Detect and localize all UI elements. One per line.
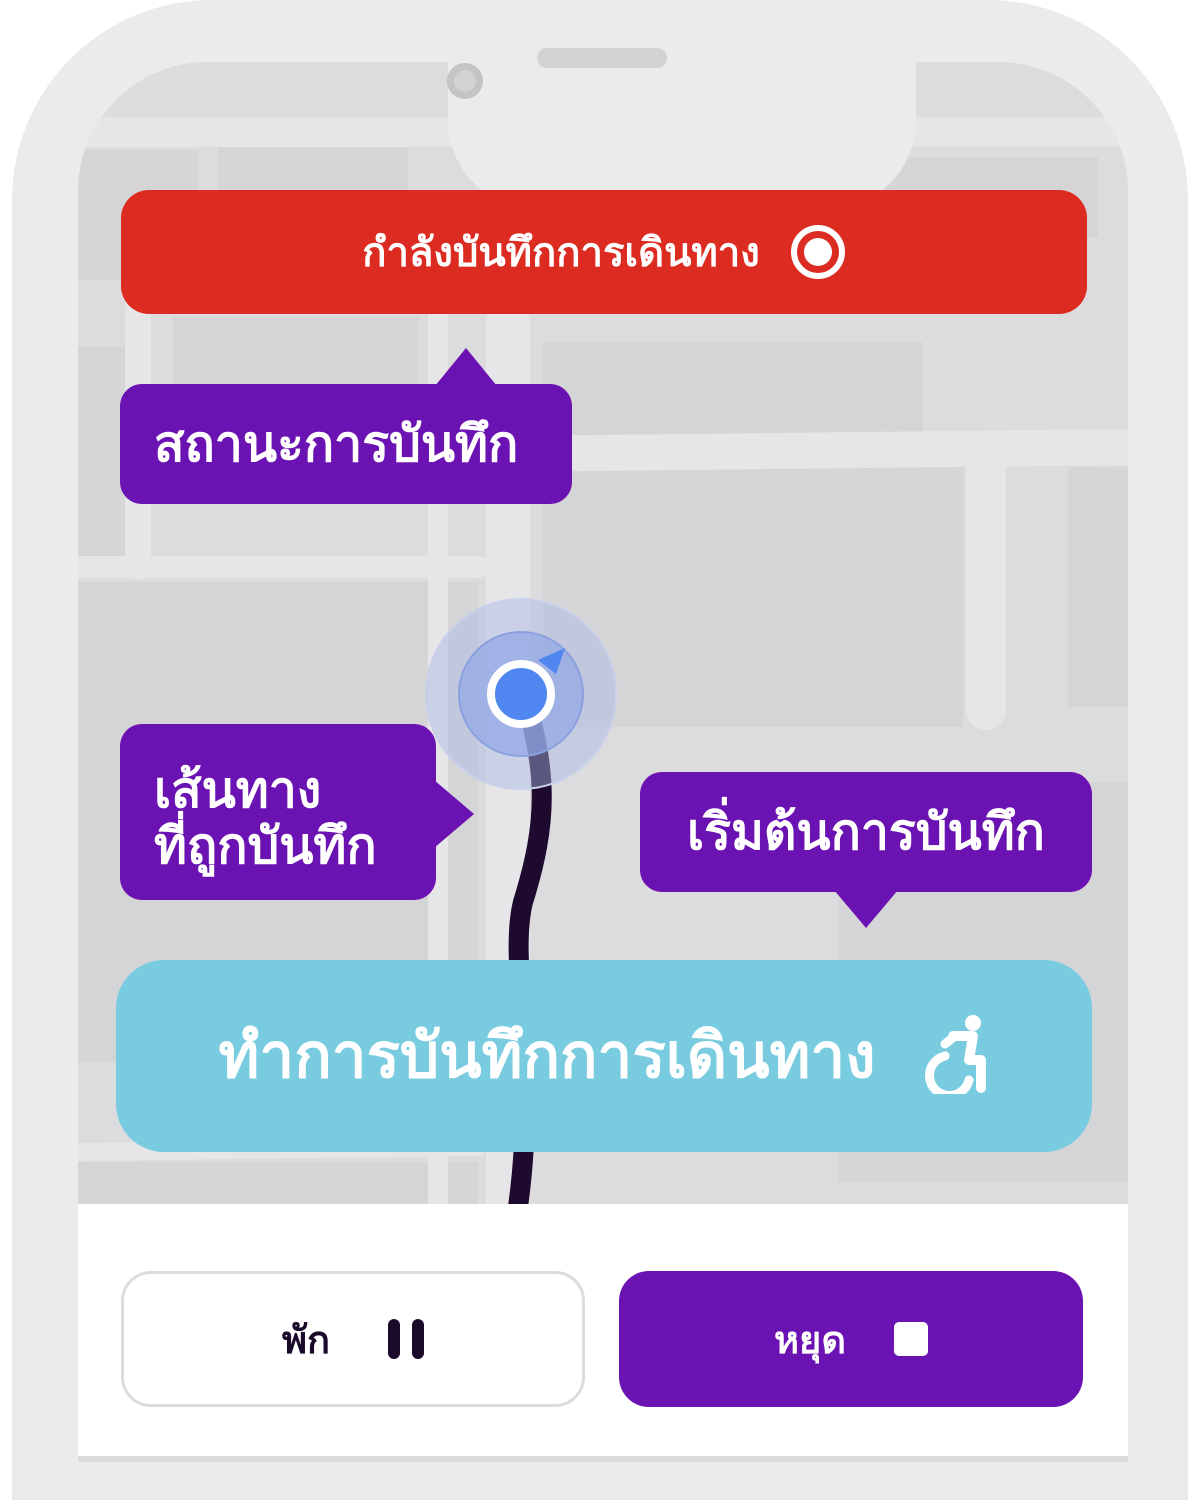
tooltip-route-line1: เส้นทาง — [154, 761, 322, 819]
camera-icon — [447, 63, 483, 99]
tooltip-start-recording: เริ่มต้นการบันทึก — [640, 772, 1092, 928]
tooltip-start-text: เริ่มต้นการบันทึก — [687, 802, 1045, 861]
current-location-dot — [487, 660, 555, 728]
recording-status-text: กำลังบันทึกการเดินทาง — [362, 230, 760, 276]
pause-icon — [388, 1319, 425, 1359]
record-journey-label: ทำการบันทึกการเดินทาง — [218, 1019, 876, 1092]
recording-status-banner: กำลังบันทึกการเดินทาง — [121, 190, 1087, 314]
stop-label: หยุด — [774, 1317, 846, 1362]
pause-button[interactable]: พัก — [121, 1271, 585, 1407]
tooltip-route-line2: ที่ถูกบันทึก — [154, 817, 377, 875]
wheelchair-icon — [923, 1014, 989, 1100]
record-dot-icon — [790, 224, 846, 280]
pause-label: พัก — [281, 1317, 331, 1362]
stop-icon — [894, 1322, 928, 1356]
stop-button[interactable]: หยุด — [619, 1271, 1083, 1407]
tooltip-status-text: สถานะการบันทึก — [154, 414, 519, 473]
phone-notch — [448, 62, 916, 210]
tooltip-recorded-route: เส้นทาง ที่ถูกบันทึก — [120, 724, 474, 900]
speaker-grille — [537, 48, 667, 68]
tooltip-arrow — [435, 348, 497, 386]
record-journey-button[interactable]: ทำการบันทึกการเดินทาง — [116, 960, 1092, 1152]
tooltip-recording-status: สถานะการบันทึก — [120, 348, 572, 504]
tooltip-arrow — [434, 780, 474, 848]
tooltip-arrow — [834, 890, 898, 928]
